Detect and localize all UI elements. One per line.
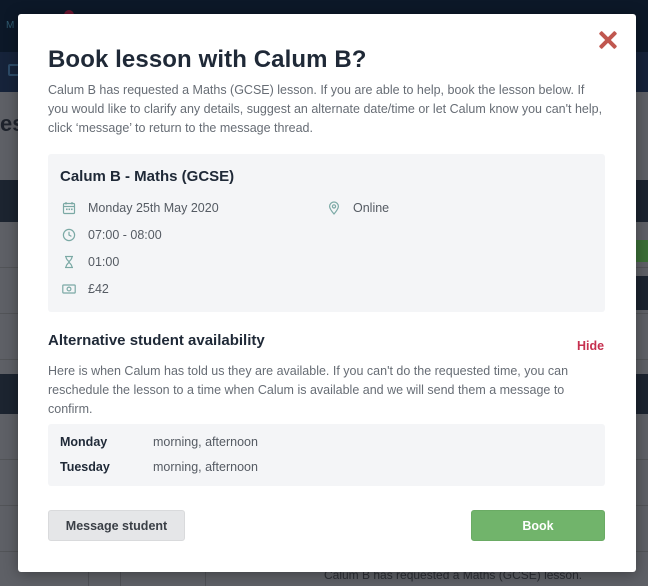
lesson-location: Online <box>327 201 389 215</box>
lesson-price: £42 <box>62 282 109 296</box>
book-lesson-modal: Book lesson with Calum B? Calum B has re… <box>18 14 636 572</box>
book-button[interactable]: Book <box>471 510 605 541</box>
lesson-title: Calum B - Maths (GCSE) <box>60 168 235 185</box>
hourglass-icon <box>62 255 76 269</box>
availability-times: morning, afternoon <box>153 435 258 449</box>
hide-availability-link[interactable]: Hide <box>577 339 604 353</box>
modal-title: Book lesson with Calum B? <box>48 46 367 73</box>
lesson-date-value: Monday 25th May 2020 <box>88 201 219 215</box>
lesson-duration: 01:00 <box>62 255 119 269</box>
lesson-location-value: Online <box>353 201 390 215</box>
availability-day: Tuesday <box>60 460 110 474</box>
lesson-price-value: £42 <box>88 282 109 296</box>
background-page-title: es <box>0 111 20 136</box>
alternative-availability-title: Alternative student availability <box>48 332 265 349</box>
lesson-details-card: Calum B - Maths (GCSE) Monday 25th May 2… <box>48 154 605 312</box>
lesson-time: 07:00 - 08:00 <box>62 228 162 242</box>
background-brand: M <box>6 20 15 31</box>
background-status-chip <box>636 240 648 262</box>
money-icon <box>62 282 76 296</box>
lesson-time-value: 07:00 - 08:00 <box>88 228 162 242</box>
lesson-duration-value: 01:00 <box>88 255 120 269</box>
location-pin-icon <box>327 201 341 215</box>
clock-icon <box>62 228 76 242</box>
message-student-button[interactable]: Message student <box>48 510 185 541</box>
close-icon[interactable] <box>596 28 620 52</box>
availability-times: morning, afternoon <box>153 460 258 474</box>
modal-intro-text: Calum B has requested a Maths (GCSE) les… <box>48 83 603 135</box>
availability-day: Monday <box>60 435 108 449</box>
alternative-availability-text: Here is when Calum has told us they are … <box>48 364 569 416</box>
lesson-date: Monday 25th May 2020 <box>62 201 219 215</box>
availability-table: Monday morning, afternoon Tuesday mornin… <box>48 424 605 486</box>
calendar-icon <box>62 201 76 215</box>
